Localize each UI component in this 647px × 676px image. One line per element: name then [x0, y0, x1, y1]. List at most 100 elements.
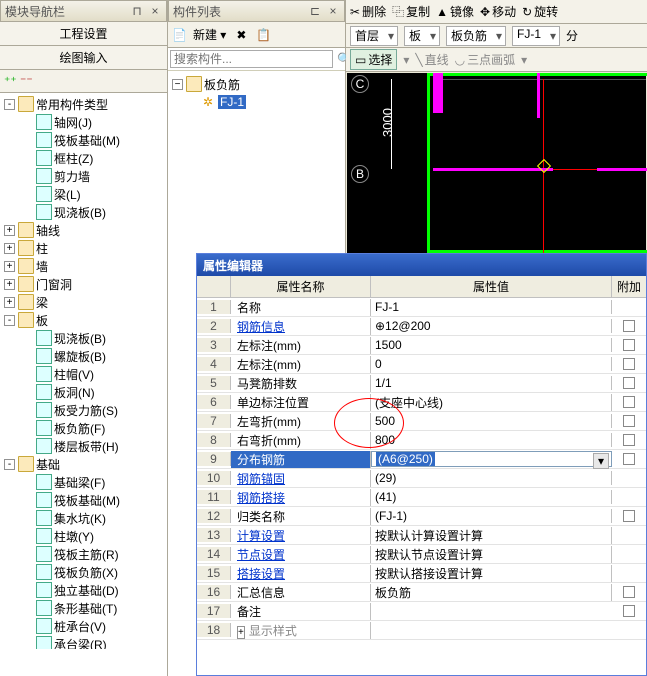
property-value[interactable]: (A6@250) [371, 451, 612, 467]
new-button[interactable]: 新建 ▾ [189, 24, 230, 45]
tree-row[interactable]: -常用构件类型 [0, 95, 167, 113]
property-name[interactable]: 左弯折(mm) [231, 413, 371, 430]
property-row[interactable]: 17备注 [197, 602, 646, 621]
property-row[interactable]: 3左标注(mm)1500 [197, 336, 646, 355]
property-name[interactable]: +显示样式 [231, 622, 371, 639]
property-name[interactable]: 计算设置 [231, 527, 371, 544]
line-button[interactable]: ╲ 直线 [415, 51, 448, 68]
property-name[interactable]: 钢筋信息 [231, 318, 371, 335]
collapse-toggle[interactable]: − [172, 79, 183, 90]
property-row[interactable]: 1名称FJ-1 [197, 298, 646, 317]
pin-icon[interactable]: ⊓ [130, 4, 144, 18]
tree-row[interactable]: -基础 [0, 455, 167, 473]
property-row[interactable]: 16汇总信息板负筋 [197, 583, 646, 602]
rotate-button[interactable]: ↻旋转 [522, 3, 558, 20]
expand-toggle[interactable]: - [4, 459, 15, 470]
copy-button[interactable]: ⿻复制 [392, 3, 430, 20]
property-value[interactable]: 1500 [371, 338, 612, 352]
pin-icon[interactable]: ⊏ [308, 4, 322, 18]
property-row[interactable]: 12归类名称(FJ-1) [197, 507, 646, 526]
layer-dropdown[interactable]: 首层 [350, 26, 398, 46]
property-value[interactable]: 按默认计算设置计算 [371, 527, 612, 544]
property-row[interactable]: 7左弯折(mm)500 [197, 412, 646, 431]
property-value[interactable]: FJ-1 [371, 300, 612, 314]
tree-row[interactable]: 筏板主筋(R) [0, 545, 167, 563]
property-name[interactable]: 汇总信息 [231, 584, 371, 601]
mirror-button[interactable]: ▲镜像 [436, 3, 474, 20]
tree-row[interactable]: 筏板基础(M) [0, 131, 167, 149]
arc-button[interactable]: ◡ 三点画弧 [455, 51, 516, 68]
checkbox[interactable] [623, 605, 635, 617]
delete-button[interactable]: ✂删除 [350, 3, 386, 20]
move-button[interactable]: ✥移动 [480, 3, 516, 20]
property-value[interactable]: 板负筋 [371, 584, 612, 601]
checkbox[interactable] [623, 453, 635, 465]
property-value[interactable]: 1/1 [371, 376, 612, 390]
tree-row[interactable]: 现浇板(B) [0, 203, 167, 221]
tree-row[interactable]: 现浇板(B) [0, 329, 167, 347]
tree-row[interactable]: +墙 [0, 257, 167, 275]
property-value[interactable]: 800 [371, 433, 612, 447]
tree-row[interactable]: 板洞(N) [0, 383, 167, 401]
property-row[interactable]: 2钢筋信息⊕12@200 [197, 317, 646, 336]
select-button[interactable]: ▭ 选择 [350, 49, 397, 70]
checkbox[interactable] [623, 586, 635, 598]
property-name[interactable]: 钢筋锚固 [231, 470, 371, 487]
property-row[interactable]: 15搭接设置按默认搭接设置计算 [197, 564, 646, 583]
collapse-icon[interactable]: ⁻⁻ [20, 74, 34, 88]
tree-row[interactable]: 条形基础(T) [0, 599, 167, 617]
tree-row[interactable]: +梁 [0, 293, 167, 311]
property-name[interactable]: 左标注(mm) [231, 356, 371, 373]
tree-row[interactable]: +轴线 [0, 221, 167, 239]
tree-row[interactable]: 框柱(Z) [0, 149, 167, 167]
property-name[interactable]: 钢筋搭接 [231, 489, 371, 506]
property-row[interactable]: 6单边标注位置(支座中心线) [197, 393, 646, 412]
tree-row[interactable]: -板 [0, 311, 167, 329]
tree-item[interactable]: ✲ FJ-1 [172, 93, 341, 111]
property-name[interactable]: 备注 [231, 603, 371, 620]
expand-icon[interactable]: ⁺⁺ [4, 74, 18, 88]
tree-row[interactable]: 基础梁(F) [0, 473, 167, 491]
property-value[interactable]: (29) [371, 471, 612, 485]
tree-row[interactable]: 板负筋(F) [0, 419, 167, 437]
property-value[interactable]: 按默认节点设置计算 [371, 546, 612, 563]
property-value[interactable]: 0 [371, 357, 612, 371]
property-value[interactable]: ⊕12@200 [371, 319, 612, 333]
property-row[interactable]: 8右弯折(mm)800 [197, 431, 646, 450]
property-row[interactable]: 18+显示样式 [197, 621, 646, 640]
tree-row[interactable]: 承台梁(R) [0, 635, 167, 649]
property-value[interactable]: 500 [371, 414, 612, 428]
tree-row[interactable]: 楼层板带(H) [0, 437, 167, 455]
tree-row[interactable]: 轴网(J) [0, 113, 167, 131]
property-name[interactable]: 搭接设置 [231, 565, 371, 582]
property-row[interactable]: 10钢筋锚固(29) [197, 469, 646, 488]
checkbox[interactable] [623, 510, 635, 522]
tree-row[interactable]: 梁(L) [0, 185, 167, 203]
tree-row[interactable]: 柱墩(Y) [0, 527, 167, 545]
tree-row[interactable]: 螺旋板(B) [0, 347, 167, 365]
property-value[interactable]: (支座中心线) [371, 394, 612, 411]
tree-row[interactable]: 筏板基础(M) [0, 491, 167, 509]
tree-row[interactable]: 板受力筋(S) [0, 401, 167, 419]
tab-project-settings[interactable]: 工程设置 [0, 22, 167, 46]
close-icon[interactable]: × [148, 4, 162, 18]
property-name[interactable]: 名称 [231, 299, 371, 316]
expand-toggle[interactable]: + [4, 279, 15, 290]
expand-toggle[interactable]: + [4, 225, 15, 236]
drawing-canvas[interactable]: C B 3000 [347, 73, 646, 253]
checkbox[interactable] [623, 320, 635, 332]
checkbox[interactable] [623, 377, 635, 389]
property-name[interactable]: 右弯折(mm) [231, 432, 371, 449]
close-icon[interactable]: × [326, 4, 340, 18]
property-value[interactable]: (41) [371, 490, 612, 504]
expand-toggle[interactable]: + [4, 261, 15, 272]
copy-icon[interactable]: 📋 [252, 26, 275, 44]
property-value[interactable]: (FJ-1) [371, 509, 612, 523]
category-dropdown[interactable]: 板 [404, 26, 440, 46]
expand-toggle[interactable]: + [4, 297, 15, 308]
property-name[interactable]: 归类名称 [231, 508, 371, 525]
checkbox[interactable] [623, 339, 635, 351]
item-dropdown[interactable]: FJ-1 [512, 26, 560, 46]
property-name[interactable]: 单边标注位置 [231, 394, 371, 411]
expand-toggle[interactable]: + [4, 243, 15, 254]
